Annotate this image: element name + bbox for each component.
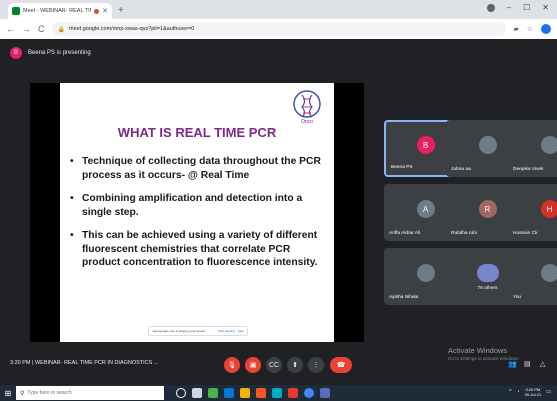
account-avatar-icon[interactable] xyxy=(541,24,551,34)
participant-tile[interactable]: ⚲ H Hussain Ck xyxy=(508,184,557,241)
tray-chevron-icon[interactable]: ^ xyxy=(509,389,511,395)
oncology-logo-icon: Onco xyxy=(293,90,321,125)
maximize-icon[interactable]: ☐ xyxy=(523,3,530,13)
participant-name: Ayisha Nihala xyxy=(389,295,419,300)
new-tab-icon[interactable]: + xyxy=(118,6,124,16)
app-icon[interactable] xyxy=(208,388,218,398)
close-window-icon[interactable]: ✕ xyxy=(542,3,549,13)
chrome-icon[interactable] xyxy=(304,388,314,398)
tab-close-icon[interactable]: ✕ xyxy=(102,8,108,15)
captions-icon[interactable]: CC xyxy=(266,357,282,373)
windows-start-icon[interactable]: ⊞ xyxy=(0,385,16,401)
bullet-item: Combining amplification and detection in… xyxy=(70,192,330,219)
cast-icon[interactable]: ▰ xyxy=(513,25,518,33)
search-icon: ⚲ xyxy=(20,390,25,397)
windows-activation-watermark: Activate Windows Go to Settings to activ… xyxy=(448,346,519,361)
microphone-off-icon[interactable]: 🎙 xyxy=(224,357,240,373)
meeting-separator: | xyxy=(32,360,34,366)
clock-date: 29-Jul-21 xyxy=(524,392,542,397)
back-icon[interactable]: ← xyxy=(6,24,15,34)
network-icon[interactable]: ◔ xyxy=(517,389,520,395)
participant-name: Deepika Vivek xyxy=(513,167,544,172)
participant-name: Hussain Ck xyxy=(513,231,538,236)
participant-avatar xyxy=(416,264,435,283)
screen-sharing-bar: meet.google.com is sharing your screen. … xyxy=(148,326,248,336)
reload-icon[interactable]: C xyxy=(38,24,45,34)
stop-sharing-button[interactable]: Stop sharing xyxy=(218,329,235,333)
taskbar-apps xyxy=(176,388,330,398)
others-count: 76 others xyxy=(477,286,498,291)
people-icon[interactable]: 👥 xyxy=(508,360,517,368)
store-icon[interactable] xyxy=(256,388,266,398)
participant-avatar xyxy=(478,136,497,155)
browser-toolbar: ← → C 🔒 ▰ ☆ xyxy=(0,19,557,39)
more-options-icon[interactable]: ⋮ xyxy=(308,357,324,373)
meet-favicon-icon xyxy=(12,7,20,15)
meeting-title: WEBINAR- REAL TIME PCR IN DIAGNOSTICS ..… xyxy=(34,360,159,366)
notifications-icon[interactable]: ▭ xyxy=(546,389,551,395)
slide: Onco WHAT IS REAL TIME PCR Technique of … xyxy=(60,83,334,342)
leave-call-icon[interactable]: ☎ xyxy=(330,357,352,373)
participant-name: You xyxy=(513,295,522,300)
recording-dot-icon xyxy=(94,8,100,14)
address-bar[interactable]: 🔒 xyxy=(51,22,507,36)
presenter-avatar: B xyxy=(10,47,22,59)
bookmark-star-icon[interactable]: ☆ xyxy=(527,25,533,33)
taskbar-search-input[interactable] xyxy=(27,390,148,396)
windows-taskbar: ⊞ ⚲ ^ ◔ 3:20 PM 29-Jul-21 ▭ xyxy=(0,385,557,401)
taskbar-search[interactable]: ⚲ xyxy=(16,386,164,400)
participant-avatar xyxy=(540,264,557,283)
participant-name: Rubitha rubi xyxy=(451,231,477,236)
profile-icon[interactable] xyxy=(486,4,495,12)
watermark-line-2: Go to Settings to activate Windows. xyxy=(448,356,520,361)
participant-avatar: B xyxy=(416,136,435,155)
app-icon[interactable] xyxy=(288,388,298,398)
meeting-time: 3:20 PM xyxy=(10,360,31,366)
activities-icon[interactable]: △ xyxy=(540,360,545,368)
self-tile[interactable]: ⚲ You xyxy=(508,248,557,305)
edge-icon[interactable] xyxy=(224,388,234,398)
presenting-text: Beena PS is presenting xyxy=(28,50,91,56)
sharing-text: meet.google.com is sharing your screen. xyxy=(152,329,207,333)
url-input[interactable] xyxy=(68,26,269,32)
presentation-view: Onco WHAT IS REAL TIME PCR Technique of … xyxy=(30,83,364,342)
window-controls: – ☐ ✕ xyxy=(486,3,549,13)
participant-avatar: H xyxy=(540,200,557,219)
system-clock[interactable]: 3:20 PM 29-Jul-21 xyxy=(525,387,542,397)
bullet-item: Technique of collecting data throughout … xyxy=(70,155,330,182)
camera-off-icon[interactable]: ▣ xyxy=(245,357,261,373)
watermark-line-1: Activate Windows xyxy=(448,346,508,355)
participant-name: Jubna aa xyxy=(451,167,471,172)
system-tray: ^ ◔ 3:20 PM 29-Jul-21 ▭ xyxy=(509,387,551,397)
tab-title: Meet - WEBINAR- REAL TIM xyxy=(23,8,92,14)
participant-tile[interactable]: ⚲ Deepika Vivek xyxy=(508,120,557,177)
bullet-item: This can be achieved using a variety of … xyxy=(70,229,330,270)
slide-bullets: Technique of collecting data throughout … xyxy=(70,155,330,280)
present-screen-icon[interactable]: ⬆ xyxy=(287,357,303,373)
browser-tab-strip: Meet - WEBINAR- REAL TIM ✕ + – ☐ ✕ xyxy=(0,0,557,19)
participant-avatar: R xyxy=(478,200,497,219)
screen: Meet - WEBINAR- REAL TIM ✕ + – ☐ ✕ ← → C… xyxy=(0,0,557,401)
forward-icon[interactable]: → xyxy=(22,24,31,34)
chat-icon[interactable]: ▤ xyxy=(524,360,531,368)
participant-name: Beena PS xyxy=(391,165,413,170)
slide-title: WHAT IS REAL TIME PCR xyxy=(117,125,277,140)
cortana-icon[interactable] xyxy=(176,388,186,398)
meeting-info: 3:20 PM | WEBINAR- REAL TIME PCR IN DIAG… xyxy=(10,360,158,366)
task-view-icon[interactable] xyxy=(192,388,202,398)
app-icon[interactable] xyxy=(320,388,330,398)
browser-tab[interactable]: Meet - WEBINAR- REAL TIM ✕ xyxy=(8,3,112,19)
hide-button[interactable]: Hide xyxy=(238,329,244,333)
participant-name: Ariffa Akbar Ali xyxy=(389,231,421,236)
minimize-icon[interactable]: – xyxy=(507,3,511,13)
others-avatars-icon xyxy=(476,264,499,283)
participant-avatar xyxy=(540,136,557,155)
app-icon[interactable] xyxy=(272,388,282,398)
presenting-banner: B Beena PS is presenting xyxy=(0,39,557,67)
toolbar-extensions: ▰ ☆ xyxy=(513,24,551,34)
lock-icon: 🔒 xyxy=(57,26,65,33)
file-explorer-icon[interactable] xyxy=(240,388,250,398)
participant-avatar: A xyxy=(416,200,435,219)
